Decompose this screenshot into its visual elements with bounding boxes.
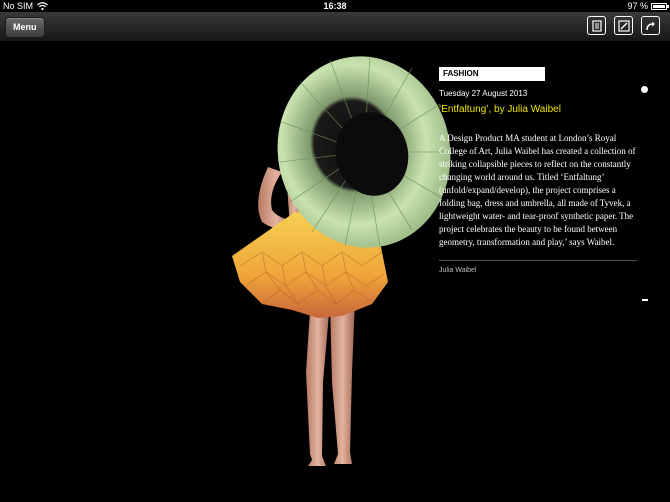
toolbar-icons	[587, 16, 660, 35]
article-body: A Design Product MA student at London’s …	[439, 133, 636, 247]
notes-icon[interactable]	[614, 16, 633, 35]
reader-icon[interactable]	[587, 16, 606, 35]
share-icon[interactable]	[641, 16, 660, 35]
status-right: 97 %	[627, 0, 669, 12]
battery-icon	[651, 2, 669, 10]
clock: 16:38	[323, 1, 347, 11]
page-indicator-dot[interactable]	[641, 86, 648, 93]
navigation-bar: Menu	[0, 12, 670, 42]
article-title: ‘Entfaltung’, by Julia Waibel	[439, 104, 561, 115]
menu-button[interactable]: Menu	[5, 17, 45, 38]
model-legs	[306, 297, 355, 466]
battery-percent: 97 %	[627, 1, 648, 11]
article-panel: FASHION Tuesday 27 August 2013 ‘Entfaltu…	[439, 63, 639, 274]
battery-level-fill	[653, 4, 665, 8]
photo-credit: Julia Waibel	[439, 267, 477, 274]
status-bar: No SIM 16:38 97 %	[0, 0, 670, 12]
article-date: Tuesday 27 August 2013	[439, 89, 528, 98]
divider	[439, 260, 637, 261]
category-label[interactable]: FASHION	[439, 67, 545, 81]
page-indicator-dash[interactable]	[642, 299, 648, 301]
